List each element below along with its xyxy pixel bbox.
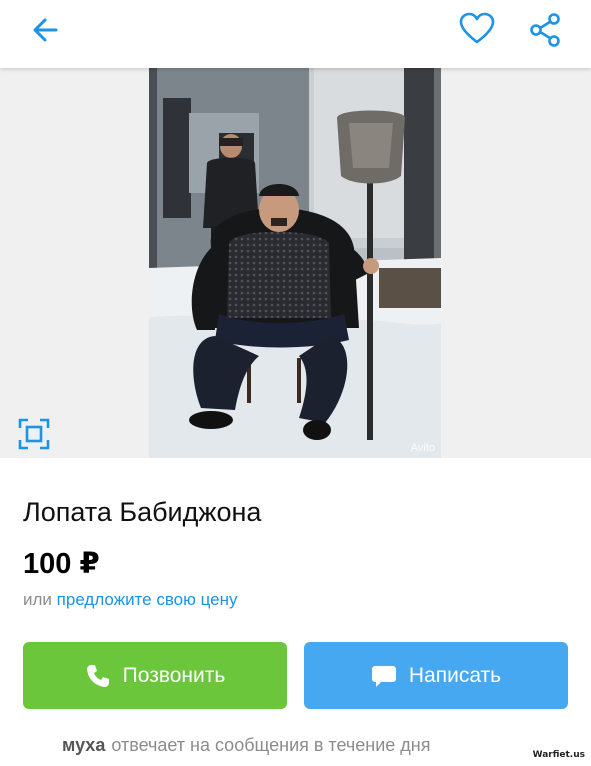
favorite-button[interactable] bbox=[458, 11, 496, 47]
message-button[interactable]: Написать bbox=[304, 642, 568, 709]
fullscreen-button[interactable] bbox=[14, 414, 54, 454]
back-button[interactable] bbox=[28, 12, 64, 48]
call-button-label: Позвонить bbox=[122, 663, 226, 687]
listing-photo[interactable]: Avito bbox=[149, 68, 441, 458]
seller-reply-info: муха отвечает на сообщения в течение дня bbox=[62, 735, 430, 756]
top-bar bbox=[0, 0, 591, 68]
offer-prefix: или bbox=[23, 590, 52, 609]
seller-name[interactable]: муха bbox=[62, 735, 105, 755]
fullscreen-icon bbox=[18, 418, 50, 450]
site-watermark: Warfiet.us bbox=[532, 750, 585, 760]
offer-price-link[interactable]: предложите свою цену bbox=[57, 590, 238, 609]
call-button[interactable]: Позвонить bbox=[23, 642, 287, 709]
share-button[interactable] bbox=[526, 11, 564, 49]
price-offer: или предложите свою цену bbox=[23, 590, 238, 610]
heart-icon bbox=[459, 12, 495, 44]
reply-time-text: отвечает на сообщения в течение дня bbox=[111, 735, 431, 755]
phone-icon bbox=[86, 664, 109, 687]
chat-bubble-icon bbox=[371, 665, 396, 687]
arrow-left-icon bbox=[33, 18, 58, 42]
listing-title: Лопата Бабиджона bbox=[23, 497, 262, 527]
photo-gallery[interactable]: Avito bbox=[0, 68, 591, 458]
photo-illustration bbox=[149, 68, 441, 458]
photo-watermark: Avito bbox=[410, 442, 435, 454]
message-button-label: Написать bbox=[408, 663, 502, 687]
listing-price: 100 ₽ bbox=[23, 548, 100, 580]
share-icon bbox=[530, 13, 560, 47]
